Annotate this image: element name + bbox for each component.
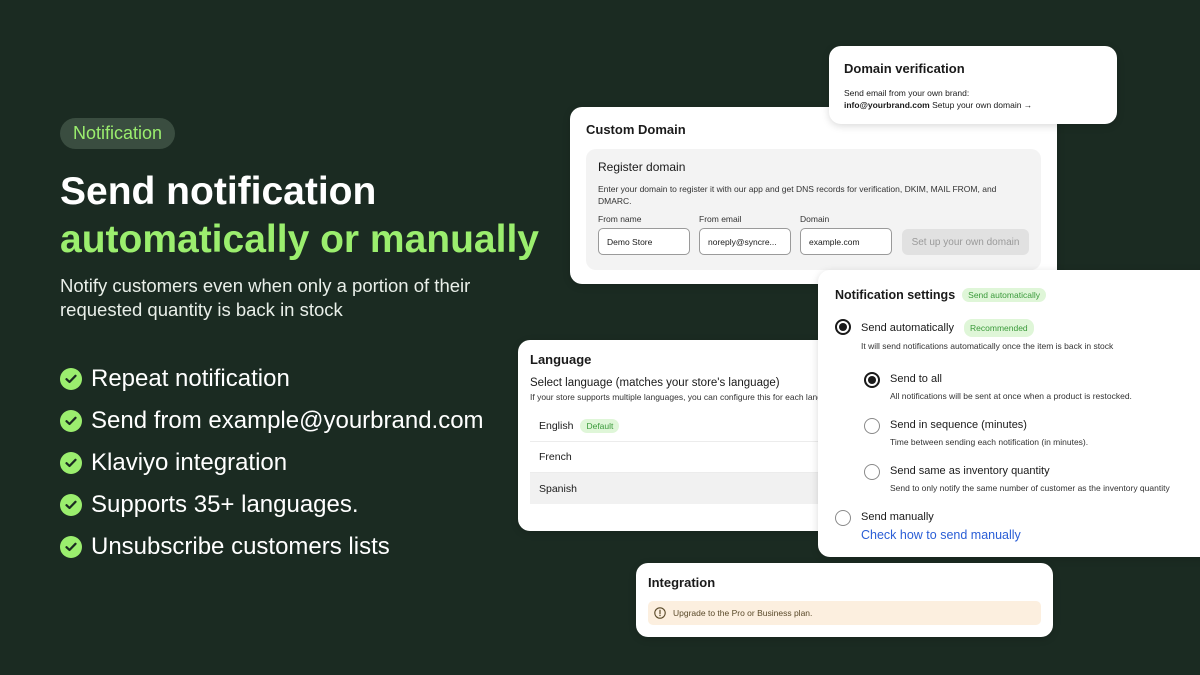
feature-item: Unsubscribe customers lists [60,526,484,568]
language-item-label: Spanish [539,482,577,495]
radio-send-manually[interactable] [835,510,851,526]
domain-input[interactable]: example.com [800,228,892,255]
from-email-input[interactable]: noreply@syncre... [699,228,791,255]
feature-item: Repeat notification [60,358,484,400]
check-icon [60,410,82,432]
from-email-field-group: From email noreply@syncre... [699,214,791,255]
setup-domain-button[interactable]: Set up your own domain [902,229,1029,255]
send-automatically-label: Send automatically [861,322,954,334]
language-item-spanish[interactable]: Spanish [530,473,848,504]
from-name-field-group: From name Demo Store [598,214,690,255]
warning-icon [654,607,666,619]
hero-subtitle: Notify customers even when only a portio… [60,275,471,320]
option-label: Send manually [861,511,934,523]
domain-field-group: Domain example.com [800,214,892,255]
setup-domain-link[interactable]: Setup your own domain → [932,100,1032,110]
feature-label: Repeat notification [91,365,290,392]
option-label: Send to all [890,373,942,385]
check-icon [60,368,82,390]
domain-verification-line1: Send email from your own brand: [844,88,970,98]
domain-verification-title: Domain verification [844,61,965,76]
notification-settings-title: Notification settings [835,288,956,302]
feature-item: Send from example@yourbrand.com [60,400,484,442]
from-name-label: From name [598,214,642,224]
language-item-label: French [539,451,572,463]
hero-title-line1: Send notification [60,170,377,213]
send-manually-link[interactable]: Check how to send manually [861,528,1021,542]
integration-title: Integration [648,575,716,590]
domain-verification-line2: info@yourbrand.com Setup your own domain… [844,99,1102,111]
custom-domain-title: Custom Domain [586,122,686,137]
notification-settings-card: Notification settings Send automatically… [818,270,1200,557]
option-label: Send in sequence (minutes) [890,419,1027,431]
language-item-french[interactable]: French [530,442,848,473]
radio-send-in-sequence[interactable] [864,418,880,434]
hero-title: Send notification automatically or manua… [60,168,539,264]
feature-label: Supports 35+ languages. [91,491,359,518]
option-description: Send to only notify the same number of c… [890,483,1170,493]
feature-list: Repeat notification Send from example@yo… [60,358,484,568]
custom-domain-card: Custom Domain Register domain Enter your… [570,107,1057,284]
recommended-badge: Recommended [964,319,1034,337]
feature-label: Klaviyo integration [91,449,288,476]
feature-item: Supports 35+ languages. [60,484,484,526]
option-description: All notifications will be sent at once w… [890,391,1132,401]
option-send-manually[interactable]: Send manually Check how to send manually [835,510,1200,542]
language-item-label: English [539,420,574,432]
option-send-same-as-inventory[interactable]: Send same as inventory quantity Send to … [864,464,1200,494]
from-email-label: From email [699,214,742,224]
language-hint: If your store supports multiple language… [530,392,844,402]
register-domain-title: Register domain [598,160,686,174]
notification-pill: Notification [60,118,176,149]
option-send-to-all[interactable]: Send to all All notifications will be se… [864,372,1200,402]
from-name-input[interactable]: Demo Store [598,228,690,255]
feature-label: Send from example@yourbrand.com [91,407,484,434]
radio-send-to-all[interactable] [864,372,880,388]
brand-email: info@yourbrand.com [844,100,930,110]
domain-verification-card: Domain verification Send email from your… [829,46,1117,124]
language-title: Language [530,352,592,367]
option-label: Send same as inventory quantity [890,465,1050,477]
hero-title-line2: automatically or manually [60,218,539,261]
language-card: Language Select language (matches your s… [518,340,848,531]
register-domain-panel: Register domain Enter your domain to reg… [586,149,1041,270]
language-select-label: Select language (matches your store's la… [530,377,780,389]
upgrade-warning-text: Upgrade to the Pro or Business plan. [673,608,813,618]
upgrade-warning-banner: Upgrade to the Pro or Business plan. [648,601,1041,625]
default-badge: Default [580,419,620,433]
option-send-automatically[interactable]: Send automatically Recommended It will s… [835,319,1200,352]
check-icon [60,536,82,558]
language-item-english[interactable]: English Default [530,411,848,442]
feature-item: Klaviyo integration [60,442,484,484]
status-badge: Send automatically [962,288,1046,302]
check-icon [60,494,82,516]
integration-card: Integration Upgrade to the Pro or Busine… [636,563,1053,637]
register-domain-fields: From name Demo Store From email noreply@… [598,214,1029,255]
option-send-in-sequence[interactable]: Send in sequence (minutes) Time between … [864,418,1200,448]
register-domain-description: Enter your domain to register it with ou… [598,184,997,206]
check-icon [60,452,82,474]
radio-send-same-as-inventory[interactable] [864,464,880,480]
option-label: Send automatically Recommended [861,319,1113,337]
feature-label: Unsubscribe customers lists [91,533,390,560]
option-description: Time between sending each notification (… [890,437,1089,447]
option-description: It will send notifications automatically… [861,341,1114,351]
notification-settings-header: Notification settings Send automatically [835,288,1200,302]
radio-send-automatically[interactable] [835,319,851,335]
domain-label: Domain [800,214,830,224]
